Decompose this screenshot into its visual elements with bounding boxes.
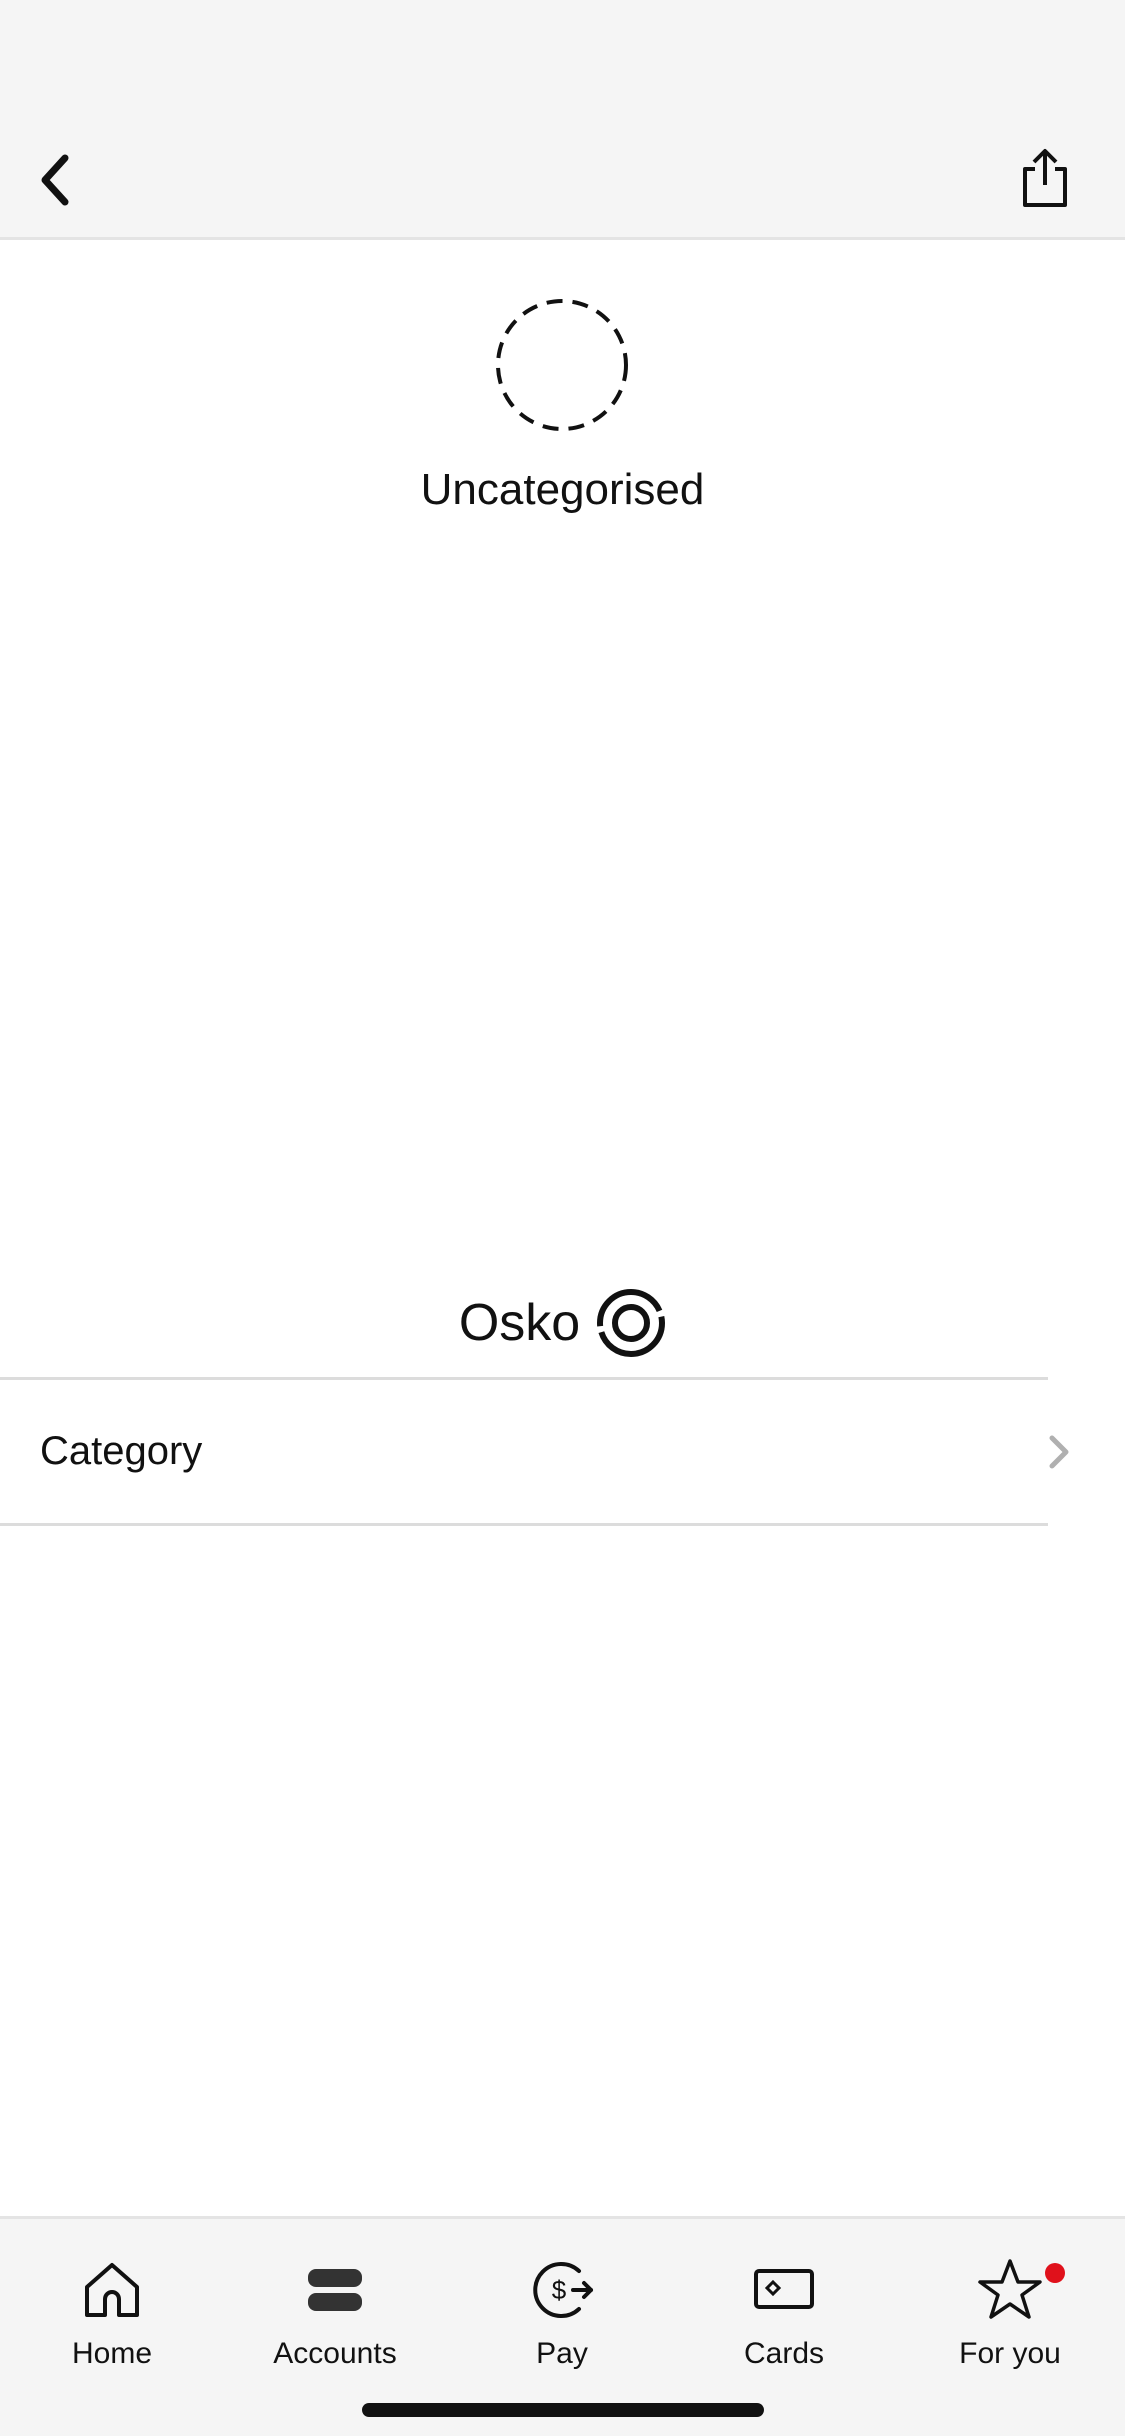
tab-for-you-label: For you xyxy=(959,2337,1061,2370)
tab-accounts-label: Accounts xyxy=(273,2337,397,2370)
category-title: Uncategorised xyxy=(420,465,705,514)
category-label: Category xyxy=(40,1429,203,1473)
star-icon xyxy=(978,2259,1042,2319)
divider xyxy=(0,1523,1048,1526)
tab-for-you[interactable]: For you xyxy=(910,2239,1110,2379)
tab-cards-label: Cards xyxy=(743,2337,825,2370)
tab-accounts[interactable]: Accounts xyxy=(235,2239,435,2379)
tab-pay-label: Pay xyxy=(536,2337,588,2370)
chevron-right-icon xyxy=(1049,1435,1069,1469)
back-button[interactable] xyxy=(20,140,90,220)
share-icon xyxy=(1023,149,1067,207)
chevron-left-icon xyxy=(41,154,69,206)
tab-home-label: Home xyxy=(71,2337,153,2370)
card-icon xyxy=(754,2269,814,2309)
category-row[interactable]: Category xyxy=(0,1380,1125,1523)
home-icon xyxy=(85,2263,139,2317)
osko-logo-icon xyxy=(597,1289,666,1357)
payment-method: Osko xyxy=(0,1283,1125,1363)
accounts-icon xyxy=(308,2269,362,2311)
osko-label: Osko xyxy=(458,1294,581,1352)
transaction-detail-screen: Uncategorised Osko Category Home Account… xyxy=(0,0,1125,2436)
share-button[interactable] xyxy=(1010,138,1080,218)
home-indicator xyxy=(362,2403,764,2417)
dashed-circle-icon xyxy=(496,299,628,431)
tab-pay[interactable]: $ Pay xyxy=(462,2239,662,2379)
notification-badge xyxy=(1045,2263,1065,2283)
tab-home[interactable]: Home xyxy=(12,2239,212,2379)
pay-icon: $ xyxy=(533,2262,593,2318)
tab-cards[interactable]: Cards xyxy=(684,2239,884,2379)
svg-text:$: $ xyxy=(552,2275,567,2305)
top-navigation-bar xyxy=(0,0,1125,240)
